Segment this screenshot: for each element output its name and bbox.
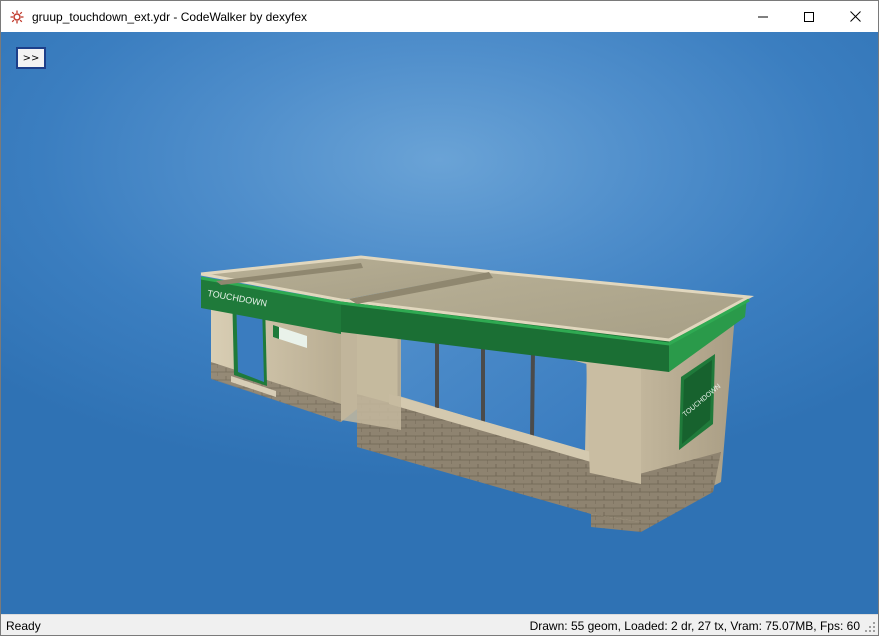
app-window: gruup_touchdown_ext.ydr - CodeWalker by … [0,0,879,636]
close-icon [849,11,861,22]
window-title: gruup_touchdown_ext.ydr - CodeWalker by … [32,9,308,24]
minimize-icon [758,16,768,17]
caption-buttons [740,1,878,32]
status-ready-text: Ready [6,619,41,633]
minimize-button[interactable] [740,1,786,32]
status-stats-text: Drawn: 55 geom, Loaded: 2 dr, 27 tx, Vra… [529,619,860,633]
codewalker-app-icon [9,9,25,25]
title-bar[interactable]: gruup_touchdown_ext.ydr - CodeWalker by … [1,1,878,32]
maximize-button[interactable] [786,1,832,32]
close-button[interactable] [832,1,878,32]
building-model: TOUCHDOWN TOUCHDOWN [200,255,755,532]
resize-grip-icon[interactable] [864,621,876,633]
3d-viewport[interactable]: TOUCHDOWN TOUCHDOWN >> [1,32,878,614]
status-bar: Ready Drawn: 55 geom, Loaded: 2 dr, 27 t… [1,614,878,635]
maximize-icon [804,11,814,22]
toggle-panel-button[interactable]: >> [16,47,46,69]
